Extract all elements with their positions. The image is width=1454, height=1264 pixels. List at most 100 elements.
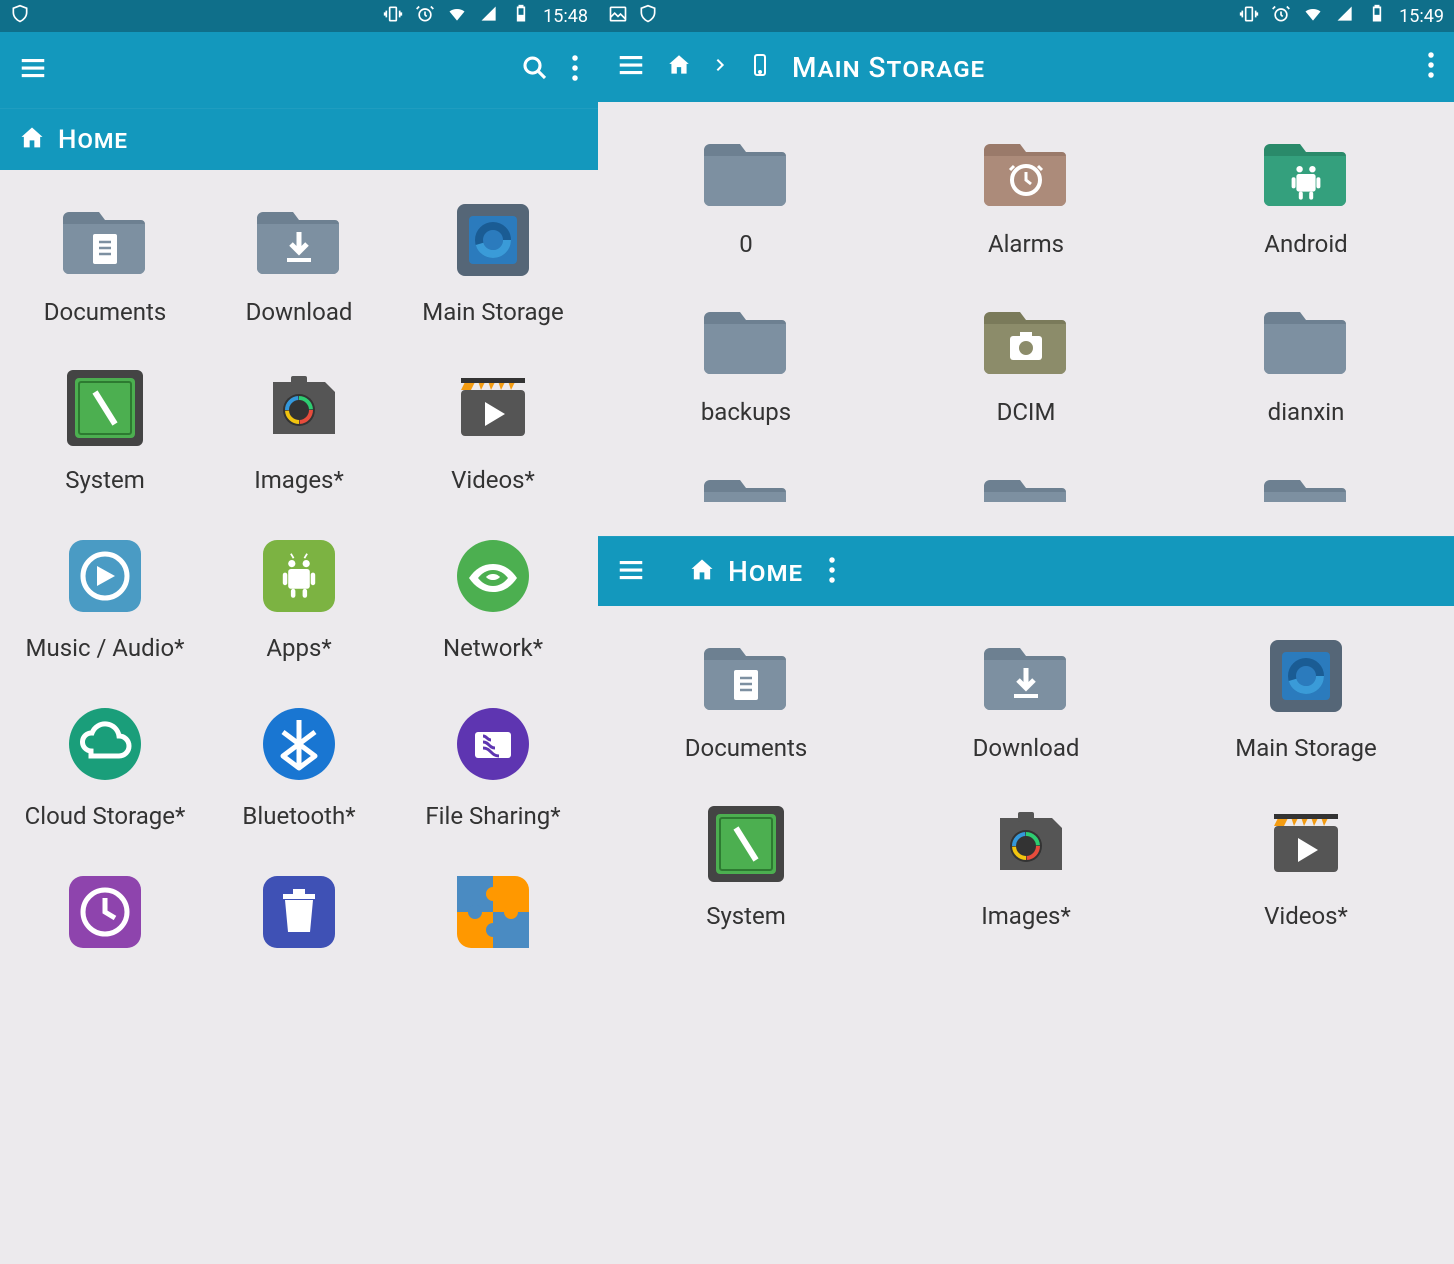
grid-item[interactable]: Videos* bbox=[400, 362, 586, 494]
grid-item-label: Download bbox=[246, 298, 353, 326]
system-icon bbox=[700, 798, 792, 890]
grid-item[interactable]: Main Storage bbox=[1170, 630, 1442, 762]
grid-item[interactable]: backups bbox=[610, 294, 882, 426]
grid-item-label: Videos* bbox=[1264, 902, 1348, 930]
grid-item[interactable]: dianxin bbox=[1170, 294, 1442, 426]
breadcrumb-current: Main Storage bbox=[792, 51, 985, 84]
home-grid: Documents Download Main Storage SystemImage… bbox=[0, 170, 598, 970]
grid-item[interactable]: Cloud Storage* bbox=[12, 698, 198, 830]
menu-icon[interactable] bbox=[616, 555, 646, 589]
grid-item-label: Alarms bbox=[988, 230, 1064, 258]
recent-icon bbox=[59, 866, 151, 958]
grid-item-label: Main Storage bbox=[422, 298, 564, 326]
folder-icon bbox=[700, 294, 792, 386]
breadcrumb-home-icon[interactable] bbox=[666, 52, 692, 82]
breadcrumb-label: Home bbox=[58, 125, 128, 155]
grid-item[interactable] bbox=[12, 866, 198, 970]
trash-icon bbox=[253, 866, 345, 958]
pane-home: Home Documents Download Main Storage System… bbox=[598, 536, 1454, 1264]
battery-icon bbox=[511, 4, 531, 29]
phone-icon bbox=[748, 53, 772, 81]
vibrate-icon bbox=[1239, 4, 1259, 29]
plugins-icon bbox=[447, 866, 539, 958]
signal-icon bbox=[479, 4, 499, 29]
statusbar: 15:48 bbox=[0, 0, 598, 32]
grid-item[interactable]: System bbox=[12, 362, 198, 494]
overflow-icon[interactable] bbox=[1426, 50, 1436, 84]
vibrate-icon bbox=[383, 4, 403, 29]
menu-icon[interactable] bbox=[616, 50, 646, 84]
grid-item[interactable]: Documents bbox=[12, 194, 198, 326]
network-icon bbox=[447, 530, 539, 622]
appbar: Home bbox=[0, 32, 598, 170]
folder-download-icon bbox=[980, 630, 1072, 722]
images-icon bbox=[980, 798, 1072, 890]
grid-item-label: Network* bbox=[443, 634, 543, 662]
folder-icon bbox=[700, 126, 792, 218]
grid-item-label: Documents bbox=[44, 298, 167, 326]
grid-item[interactable]: Bluetooth* bbox=[206, 698, 392, 830]
grid-item[interactable]: Images* bbox=[890, 798, 1162, 930]
grid-item[interactable]: Download bbox=[890, 630, 1162, 762]
chevron-right-icon bbox=[712, 57, 728, 77]
status-time: 15:48 bbox=[543, 6, 588, 27]
grid-item-label: backups bbox=[701, 398, 791, 426]
grid-item[interactable] bbox=[1170, 462, 1442, 536]
grid-item[interactable] bbox=[890, 462, 1162, 536]
grid-item[interactable]: Network* bbox=[400, 530, 586, 662]
bluetooth-icon bbox=[253, 698, 345, 790]
grid-item-label: Cloud Storage* bbox=[25, 802, 186, 830]
grid-item-label: DCIM bbox=[997, 398, 1056, 426]
menu-icon[interactable] bbox=[18, 53, 48, 87]
overflow-icon[interactable] bbox=[827, 555, 837, 589]
grid-item[interactable]: Images* bbox=[206, 362, 392, 494]
grid-item[interactable] bbox=[610, 462, 882, 536]
grid-item-label: Apps* bbox=[266, 634, 331, 662]
alarm-icon bbox=[1271, 4, 1291, 29]
grid-item-label: File Sharing* bbox=[425, 802, 560, 830]
folder-partial-icon bbox=[700, 462, 792, 536]
search-icon[interactable] bbox=[520, 53, 550, 87]
grid-item[interactable]: Main Storage bbox=[400, 194, 586, 326]
breadcrumb-label: Home bbox=[728, 555, 803, 588]
grid-item[interactable] bbox=[206, 866, 392, 970]
grid-item[interactable]: Music / Audio* bbox=[12, 530, 198, 662]
grid-item[interactable]: Apps* bbox=[206, 530, 392, 662]
folder-icon bbox=[1260, 294, 1352, 386]
home-icon[interactable] bbox=[18, 124, 46, 156]
grid-item-label: Images* bbox=[981, 902, 1071, 930]
folder-doc-icon bbox=[700, 630, 792, 722]
apps-icon bbox=[253, 530, 345, 622]
grid-item[interactable]: Android bbox=[1170, 126, 1442, 258]
grid-item[interactable]: File Sharing* bbox=[400, 698, 586, 830]
grid-item-label: Music / Audio* bbox=[26, 634, 185, 662]
shield-icon bbox=[638, 4, 658, 29]
grid-item[interactable]: Download bbox=[206, 194, 392, 326]
overflow-icon[interactable] bbox=[570, 53, 580, 87]
grid-item-label: Download bbox=[973, 734, 1080, 762]
grid-item[interactable]: DCIM bbox=[890, 294, 1162, 426]
alarm-icon bbox=[415, 4, 435, 29]
wifi-icon bbox=[1303, 4, 1323, 29]
grid-item[interactable]: Videos* bbox=[1170, 798, 1442, 930]
grid-item[interactable]: Documents bbox=[610, 630, 882, 762]
music-icon bbox=[59, 530, 151, 622]
grid-item-label: dianxin bbox=[1268, 398, 1345, 426]
grid-item[interactable] bbox=[400, 866, 586, 970]
grid-item[interactable]: System bbox=[610, 798, 882, 930]
storage-icon bbox=[447, 194, 539, 286]
grid-item-label: Documents bbox=[685, 734, 808, 762]
home-icon[interactable] bbox=[688, 556, 716, 588]
pane-main-storage: 15:49 Main Storage 0AlarmsAndroidbackups… bbox=[598, 0, 1454, 536]
grid-item-label: 0 bbox=[739, 230, 753, 258]
grid-item-label: System bbox=[706, 902, 786, 930]
signal-icon bbox=[1335, 4, 1355, 29]
grid-item[interactable]: Alarms bbox=[890, 126, 1162, 258]
storage-icon bbox=[1260, 630, 1352, 722]
grid-item[interactable]: 0 bbox=[610, 126, 882, 258]
videos-icon bbox=[1260, 798, 1352, 890]
folder-partial-icon bbox=[980, 462, 1072, 536]
image-icon bbox=[608, 4, 628, 29]
breadcrumb: Home bbox=[0, 108, 598, 170]
folder-alarm-icon bbox=[980, 126, 1072, 218]
